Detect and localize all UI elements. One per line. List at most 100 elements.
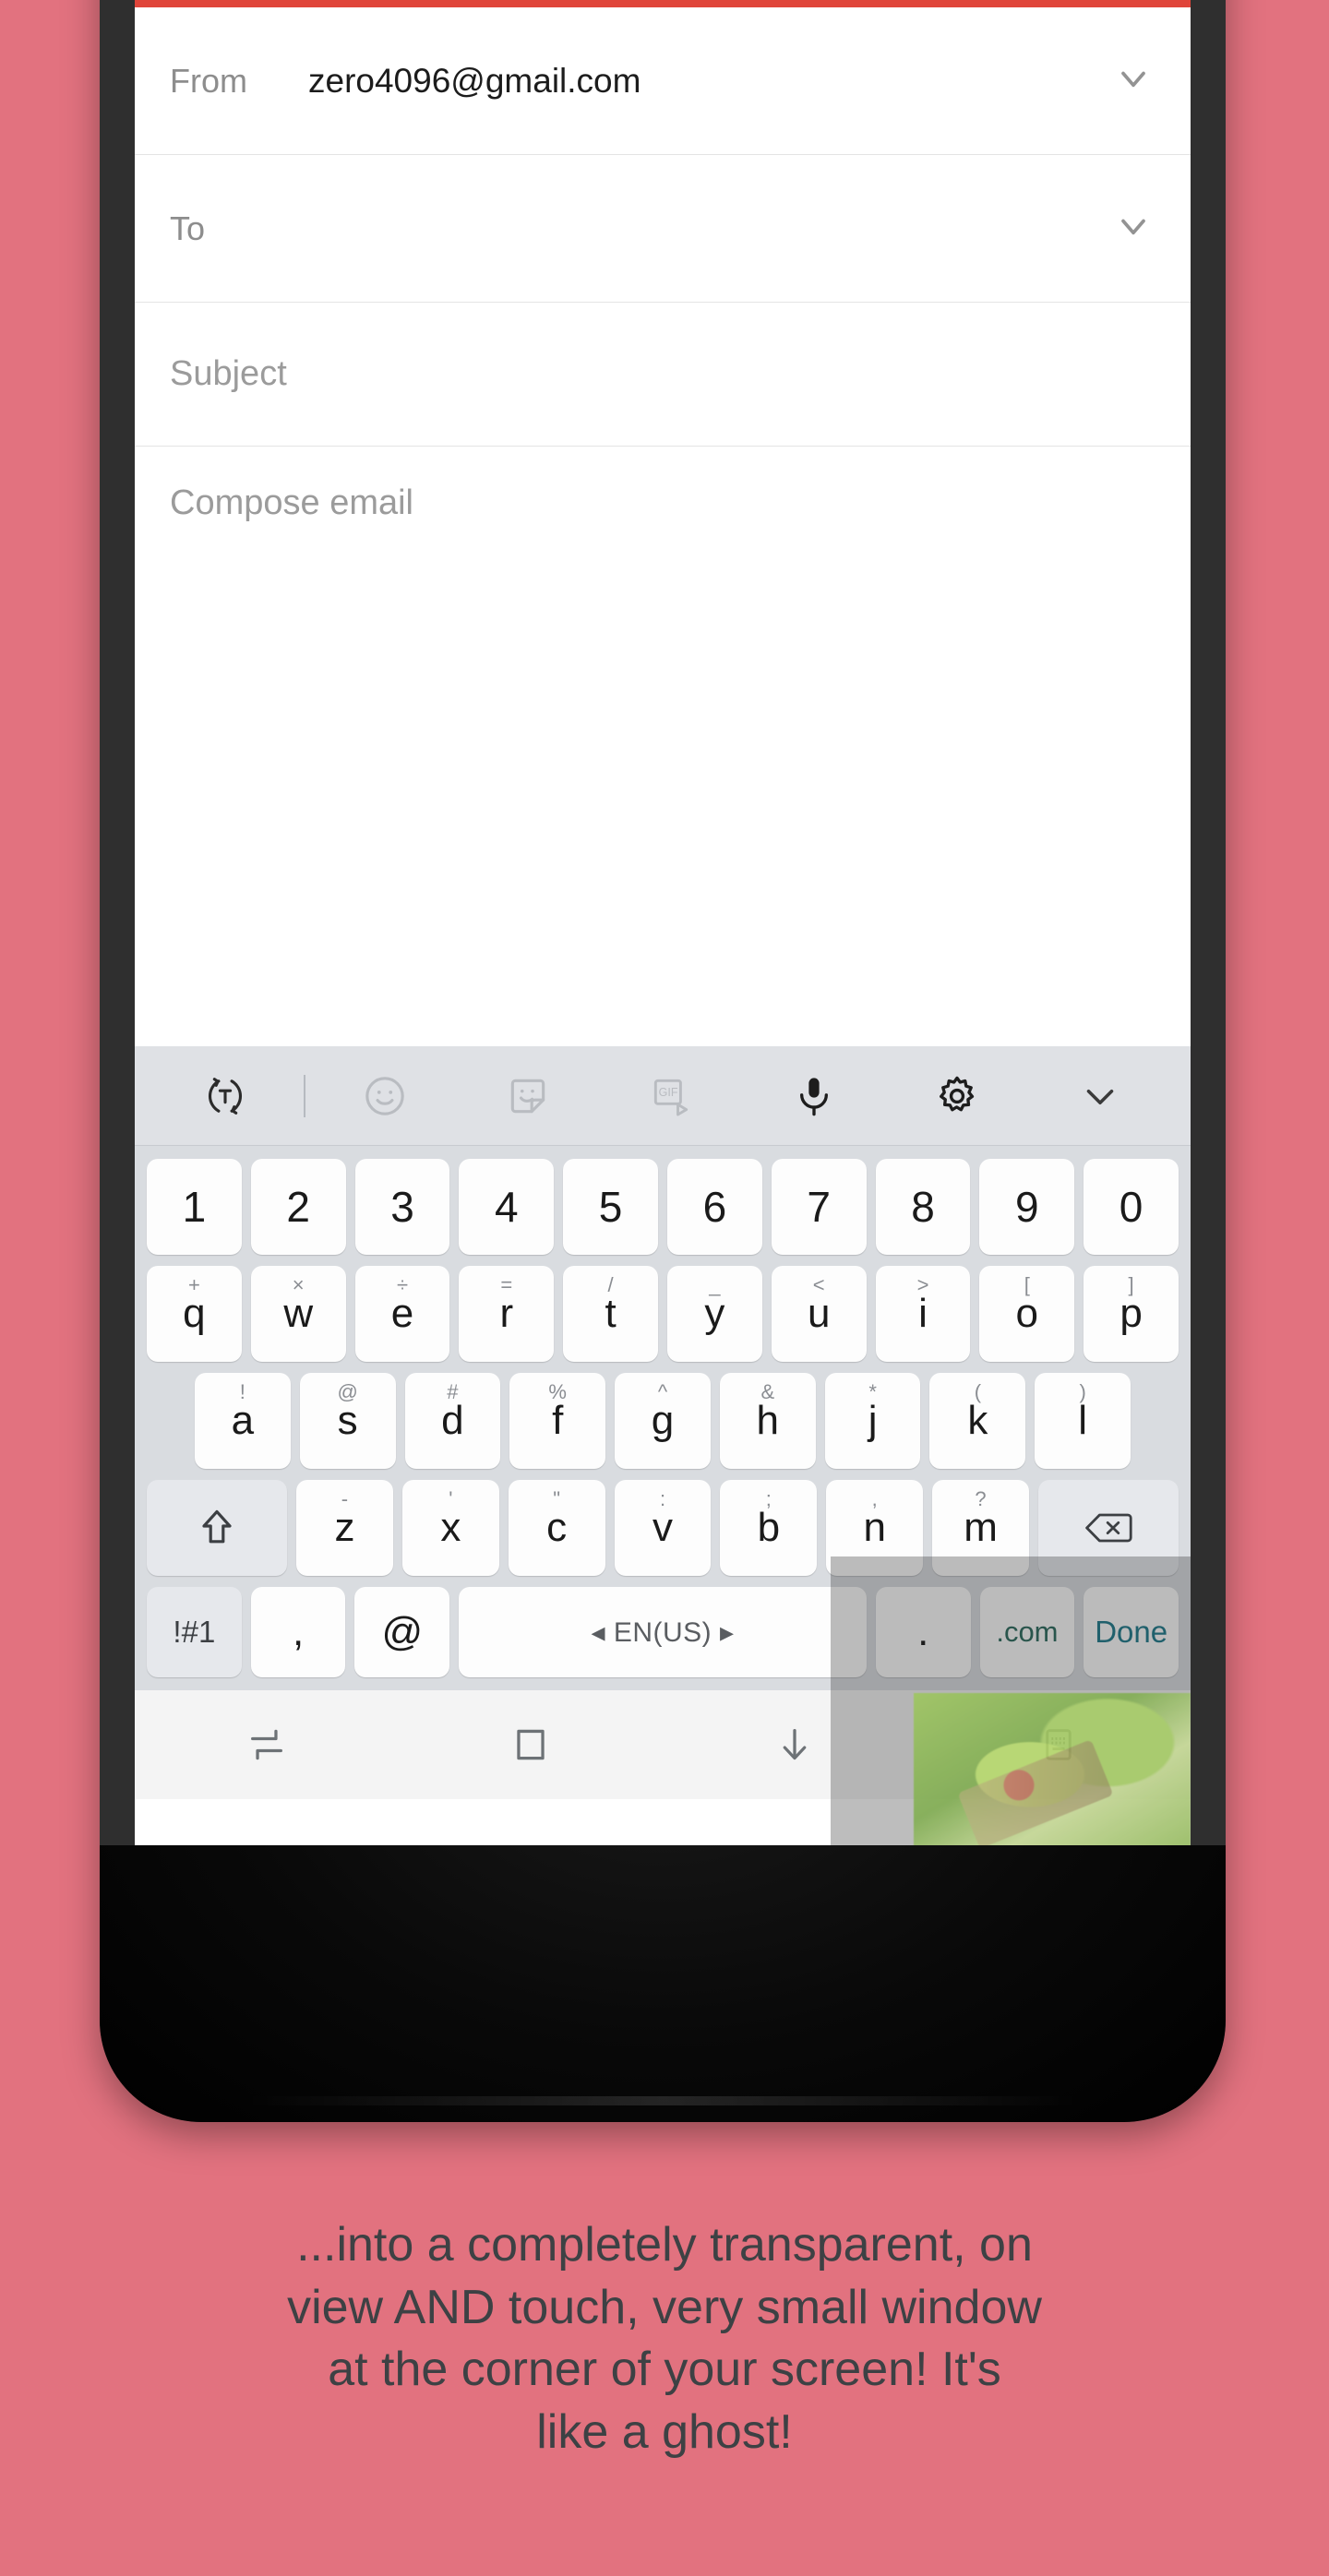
key-label: e: [390, 1291, 414, 1336]
key-label: .com: [996, 1616, 1059, 1648]
hide-keyboard-icon[interactable]: [663, 1690, 927, 1799]
key-v[interactable]: :v: [614, 1480, 712, 1576]
at-key[interactable]: @: [354, 1587, 450, 1677]
key-label: 1: [182, 1183, 207, 1231]
key-0[interactable]: 0: [1084, 1159, 1179, 1255]
subject-field-row[interactable]: Subject: [135, 303, 1191, 447]
key-x[interactable]: ' x: [401, 1480, 499, 1576]
from-field-row[interactable]: From zero4096@gmail.com: [135, 7, 1191, 155]
key-r[interactable]: = r: [459, 1266, 555, 1362]
key-q[interactable]: + q: [147, 1266, 242, 1362]
paperclip-icon[interactable]: [965, 0, 1034, 7]
keyboard-toolbar: GIF: [135, 1046, 1191, 1146]
key-u[interactable]: < u: [771, 1266, 867, 1362]
key-n[interactable]: ,n: [826, 1480, 924, 1576]
key-f[interactable]: % f: [509, 1373, 606, 1469]
subject-input[interactable]: Subject: [170, 354, 287, 394]
key-label: 4: [495, 1183, 519, 1231]
key-s[interactable]: @ s: [299, 1373, 396, 1469]
caption-line-1: ...into a completely transparent, on: [296, 2218, 1033, 2272]
symbols-key[interactable]: !#1: [147, 1587, 242, 1677]
gif-icon[interactable]: GIF: [599, 1046, 742, 1145]
send-icon[interactable]: [1034, 0, 1102, 7]
key-label: j: [868, 1398, 878, 1443]
key-label: 5: [598, 1183, 623, 1231]
done-key[interactable]: Done: [1084, 1587, 1179, 1677]
key-i[interactable]: > i: [875, 1266, 971, 1362]
key-sup: ): [1079, 1380, 1086, 1403]
keyboard-switch-icon[interactable]: [927, 1690, 1191, 1799]
key-2[interactable]: 2: [250, 1159, 346, 1255]
key-h[interactable]: & h: [719, 1373, 816, 1469]
phone-screen: Compose From zero4096@gmail.com To: [135, 0, 1191, 2011]
keyboard-row-q: + q × w ÷ e = r / t _ y < u > i [o ] p: [135, 1266, 1191, 1362]
key-label: h: [756, 1398, 780, 1443]
keyboard: GIF 1 2 3 4 5 6 7 8 9 0 + q × w ÷ e = r …: [135, 1046, 1191, 1690]
key-label: @: [381, 1609, 424, 1654]
comma-key[interactable]: ,: [250, 1587, 346, 1677]
recents-icon[interactable]: [135, 1690, 399, 1799]
key-label: y: [704, 1291, 725, 1336]
key-label: z: [334, 1505, 355, 1550]
to-label: To: [170, 209, 206, 247]
key-5[interactable]: 5: [563, 1159, 658, 1255]
to-field-row[interactable]: To: [135, 155, 1191, 303]
key-y[interactable]: _ y: [667, 1266, 762, 1362]
key-d[interactable]: # d: [404, 1373, 501, 1469]
body-field-row[interactable]: Compose email: [135, 447, 1191, 1046]
key-sup: #: [447, 1380, 459, 1403]
microphone-icon[interactable]: [743, 1046, 886, 1145]
collapse-icon[interactable]: [1029, 1046, 1172, 1145]
sticker-icon[interactable]: [456, 1046, 599, 1145]
key-label: 7: [807, 1183, 831, 1231]
key-c[interactable]: " c: [508, 1480, 605, 1576]
key-sup: /: [607, 1273, 614, 1296]
key-g[interactable]: ^ g: [615, 1373, 711, 1469]
shift-key[interactable]: [147, 1480, 288, 1576]
emoji-icon[interactable]: [313, 1046, 456, 1145]
key-label: 3: [390, 1183, 414, 1231]
key-4[interactable]: 4: [459, 1159, 555, 1255]
key-6[interactable]: 6: [667, 1159, 762, 1255]
key-t[interactable]: / t: [563, 1266, 658, 1362]
key-e[interactable]: ÷ e: [354, 1266, 450, 1362]
key-label: a: [231, 1398, 255, 1443]
caption-line-3: at the corner of your screen! It's: [328, 2343, 1001, 2397]
key-m[interactable]: ? m: [932, 1480, 1029, 1576]
key-l[interactable]: ) l: [1035, 1373, 1131, 1469]
dotcom-key[interactable]: .com: [979, 1587, 1075, 1677]
key-9[interactable]: 9: [979, 1159, 1075, 1255]
key-label: 6: [702, 1183, 727, 1231]
key-w[interactable]: × w: [250, 1266, 346, 1362]
key-j[interactable]: * j: [824, 1373, 921, 1469]
home-icon[interactable]: [399, 1690, 663, 1799]
more-vertical-icon[interactable]: [1102, 0, 1170, 7]
text-convert-icon[interactable]: [153, 1046, 296, 1145]
key-1[interactable]: 1: [147, 1159, 242, 1255]
keyboard-row-z: -z ' x " c :v ; b ,n ? m: [135, 1480, 1191, 1576]
phone-frame: Compose From zero4096@gmail.com To: [100, 0, 1226, 2122]
key-a[interactable]: ! a: [194, 1373, 291, 1469]
back-arrow-icon[interactable]: [155, 0, 223, 7]
key-sup: <: [812, 1273, 825, 1296]
body-input[interactable]: Compose email: [170, 483, 1155, 523]
key-sup: &: [760, 1380, 775, 1403]
key-o[interactable]: [o: [979, 1266, 1075, 1362]
period-key[interactable]: .: [875, 1587, 971, 1677]
key-3[interactable]: 3: [354, 1159, 450, 1255]
key-b[interactable]: ; b: [720, 1480, 818, 1576]
backspace-key[interactable]: [1037, 1480, 1179, 1576]
key-label: p: [1119, 1291, 1143, 1336]
key-k[interactable]: (k: [929, 1373, 1026, 1469]
gear-icon[interactable]: [886, 1046, 1029, 1145]
key-label: !#1: [173, 1615, 216, 1649]
key-7[interactable]: 7: [771, 1159, 867, 1255]
key-sup: @: [337, 1380, 358, 1403]
key-z[interactable]: -z: [296, 1480, 393, 1576]
key-sup: -: [341, 1487, 349, 1510]
key-p[interactable]: ] p: [1084, 1266, 1179, 1362]
chevron-down-icon[interactable]: [1113, 58, 1155, 103]
space-key[interactable]: ◂ EN(US) ▸: [459, 1587, 867, 1677]
chevron-down-icon[interactable]: [1113, 206, 1155, 251]
key-8[interactable]: 8: [875, 1159, 971, 1255]
